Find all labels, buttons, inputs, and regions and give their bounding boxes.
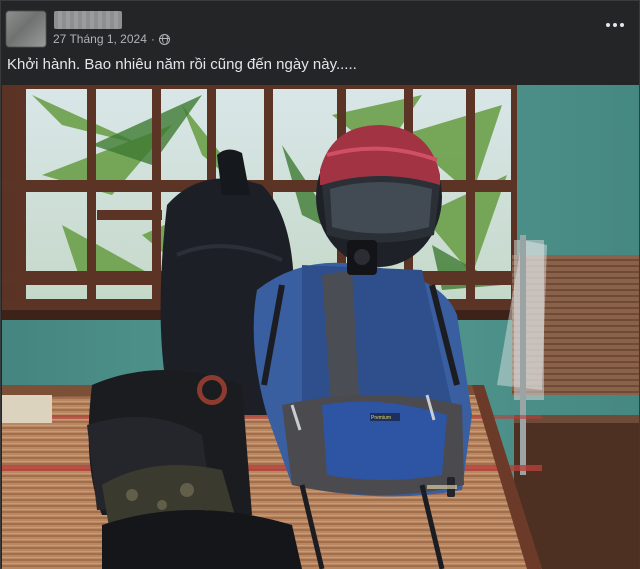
facebook-post: 27 Tháng 1, 2024 · Khởi hành. Bao nhiêu … — [0, 0, 640, 569]
author-avatar[interactable] — [6, 11, 46, 47]
post-meta: 27 Tháng 1, 2024 · — [53, 32, 170, 46]
more-horizontal-icon — [606, 23, 610, 27]
meta-separator: · — [150, 32, 155, 46]
photo-illustration: Premium — [2, 85, 639, 569]
post-photo[interactable]: Premium — [2, 85, 639, 569]
backpack-brand-label: Premium — [371, 415, 391, 421]
author-name-redacted[interactable] — [54, 11, 122, 29]
post-date[interactable]: 27 Tháng 1, 2024 — [53, 32, 147, 46]
globe-icon[interactable] — [158, 33, 170, 45]
post-caption: Khởi hành. Bao nhiêu năm rồi cũng đến ng… — [7, 56, 357, 73]
post-header: 27 Tháng 1, 2024 · — [1, 1, 640, 51]
more-options-button[interactable] — [601, 15, 629, 35]
